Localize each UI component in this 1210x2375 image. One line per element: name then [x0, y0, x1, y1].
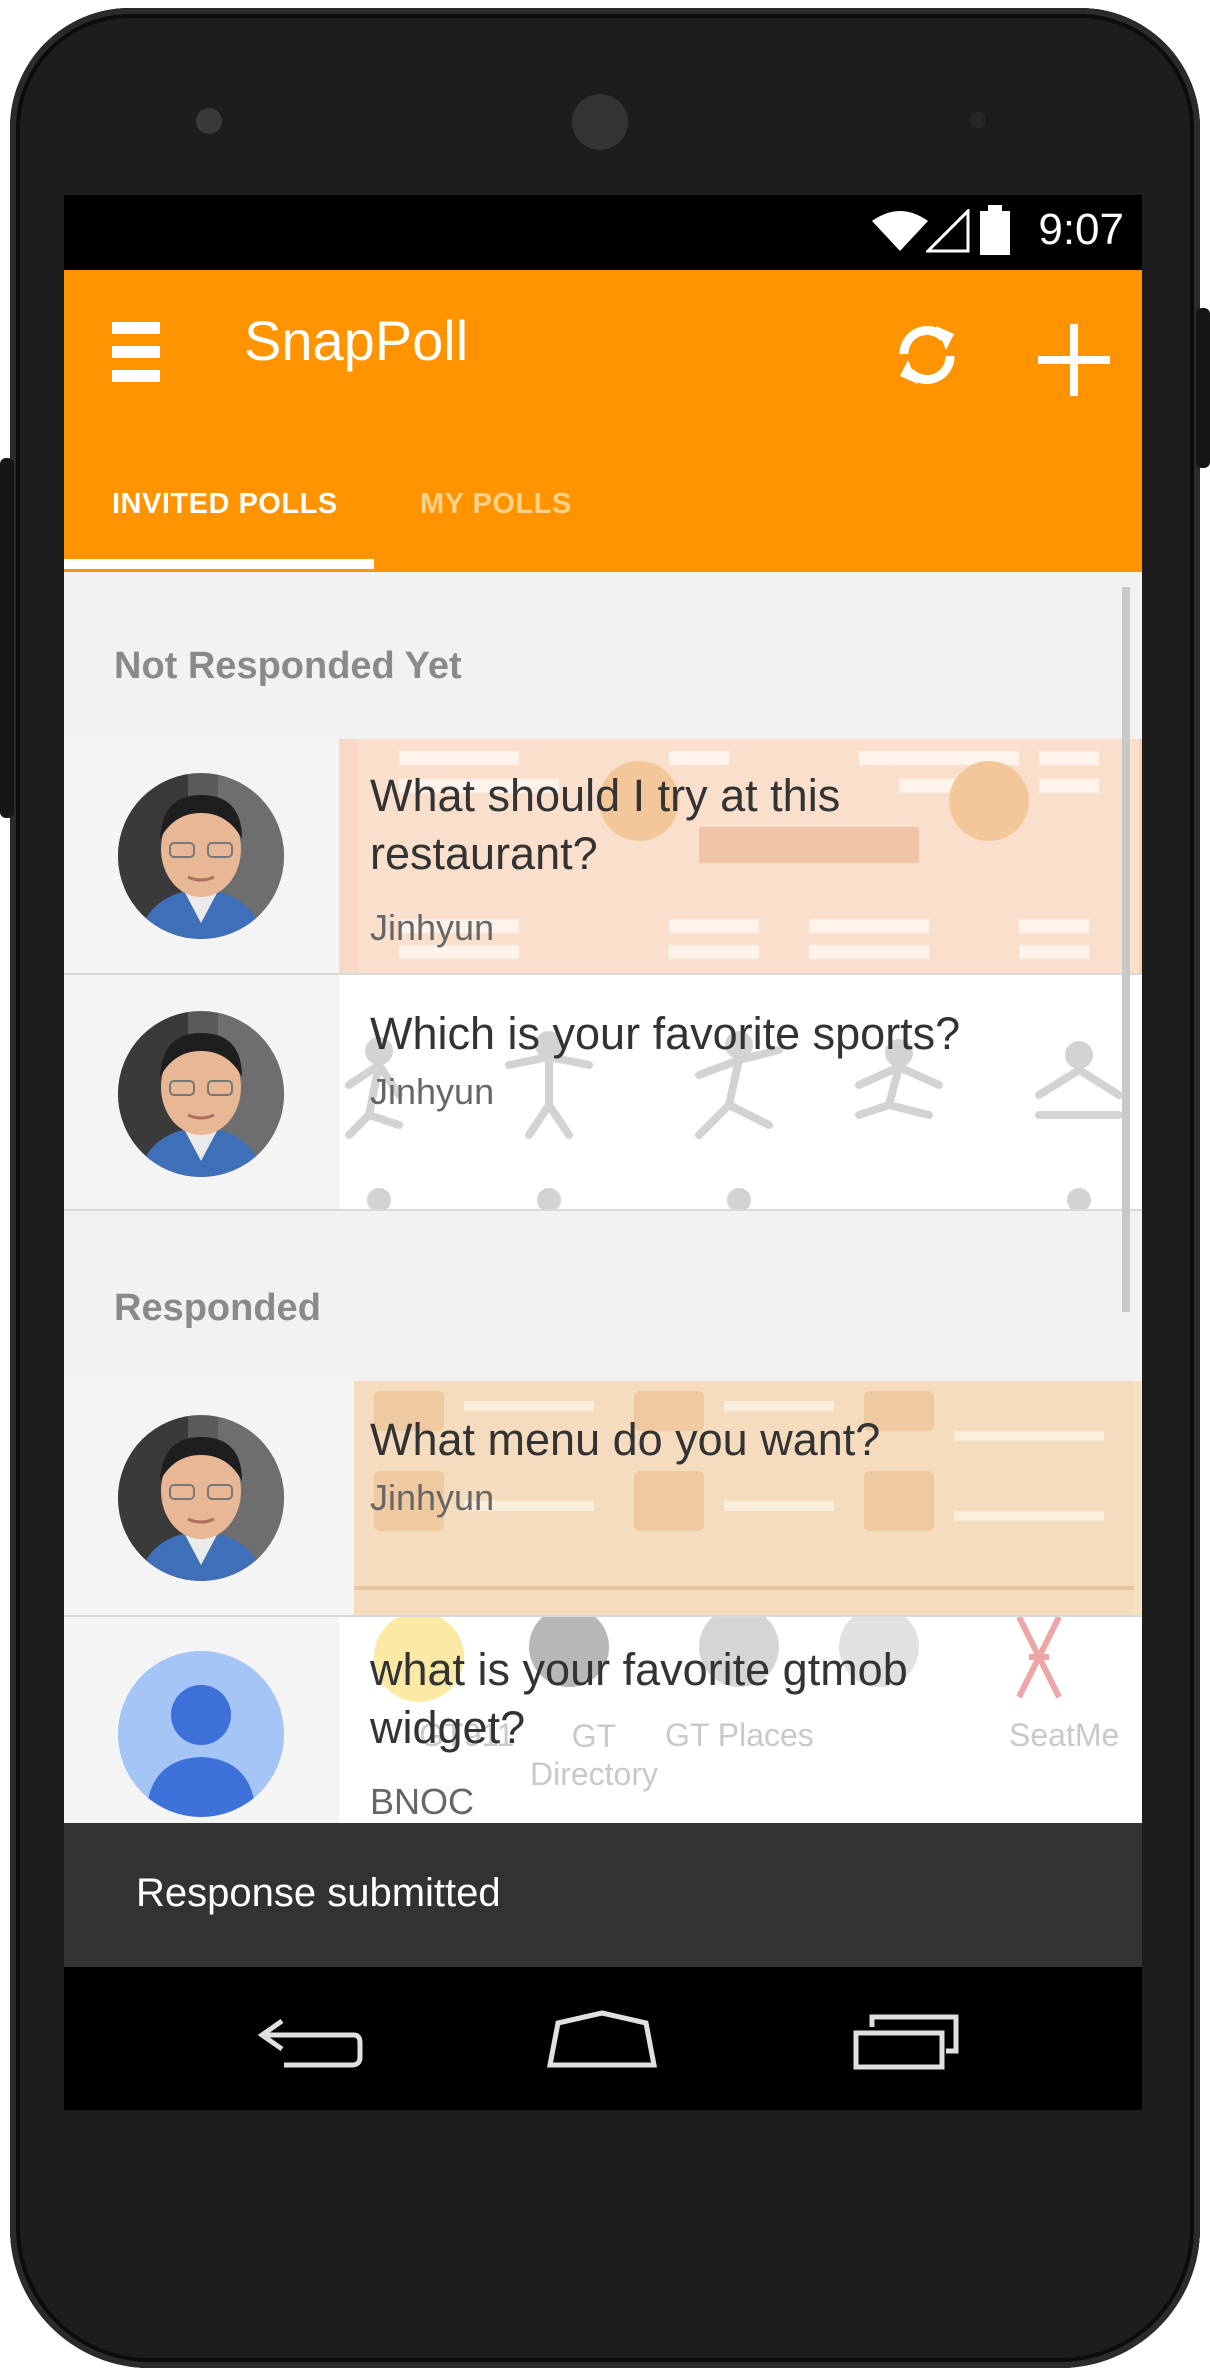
battery-icon [980, 205, 1010, 255]
scrollbar[interactable] [1122, 587, 1130, 1312]
poll-item-sports[interactable]: Which is your favorite sports? Jinhyun [64, 975, 1142, 1211]
snackbar-message: Response submitted [136, 1871, 501, 1915]
tab-my-polls[interactable]: MY POLLS [420, 488, 572, 521]
power-button [1196, 308, 1210, 468]
navigation-bar [64, 1967, 1142, 2110]
home-icon[interactable] [546, 2009, 658, 2069]
poll-author: Jinhyun [370, 907, 495, 948]
poll-author: BNOC [370, 1781, 475, 1822]
avatar [118, 773, 284, 939]
poll-question: What should I try at this restaurant? [370, 770, 841, 879]
snackbar: Response submitted [64, 1823, 1142, 1967]
signal-icon [926, 209, 970, 253]
status-bar: 9:07 [64, 195, 1142, 270]
poll-item-menu[interactable]: What menu do you want? Jinhyun [64, 1381, 1142, 1617]
default-avatar-icon [118, 1651, 284, 1817]
earpiece-speaker [572, 94, 628, 150]
back-icon[interactable] [254, 2013, 364, 2073]
poll-author: Jinhyun [370, 1477, 495, 1518]
wifi-icon [872, 211, 928, 251]
poll-question: Which is your favorite sports? [370, 1008, 961, 1059]
app-title: SnapPoll [244, 309, 469, 372]
add-icon[interactable] [1034, 320, 1114, 400]
section-responded: Responded [114, 1287, 321, 1329]
poll-item-gtmob[interactable]: GT911 GT Directory GT Places SeatMe what… [64, 1617, 1142, 1827]
front-camera [196, 108, 222, 134]
screen: 9:07 SnapPoll INVITED POLLS MY POLLS Not… [64, 195, 1142, 2110]
poll-item-restaurant[interactable]: What should I try at this restaurant? Ji… [64, 739, 1142, 975]
clock: 9:07 [1038, 205, 1124, 254]
tab-invited-polls[interactable]: INVITED POLLS [112, 488, 338, 521]
poll-question: What menu do you want? [370, 1414, 881, 1465]
poll-author: Jinhyun [370, 1071, 495, 1112]
volume-button [0, 458, 14, 818]
refresh-icon[interactable] [892, 320, 962, 390]
menu-icon[interactable] [112, 322, 160, 382]
tab-indicator [64, 559, 374, 569]
section-not-responded: Not Responded Yet [114, 645, 462, 687]
poll-question: what is your favorite gtmob widget? [370, 1644, 908, 1753]
recent-apps-icon[interactable] [852, 2011, 962, 2071]
app-bar: SnapPoll INVITED POLLS MY POLLS [64, 270, 1142, 572]
avatar [118, 1011, 284, 1177]
sensor [970, 112, 986, 128]
avatar [118, 1415, 284, 1581]
